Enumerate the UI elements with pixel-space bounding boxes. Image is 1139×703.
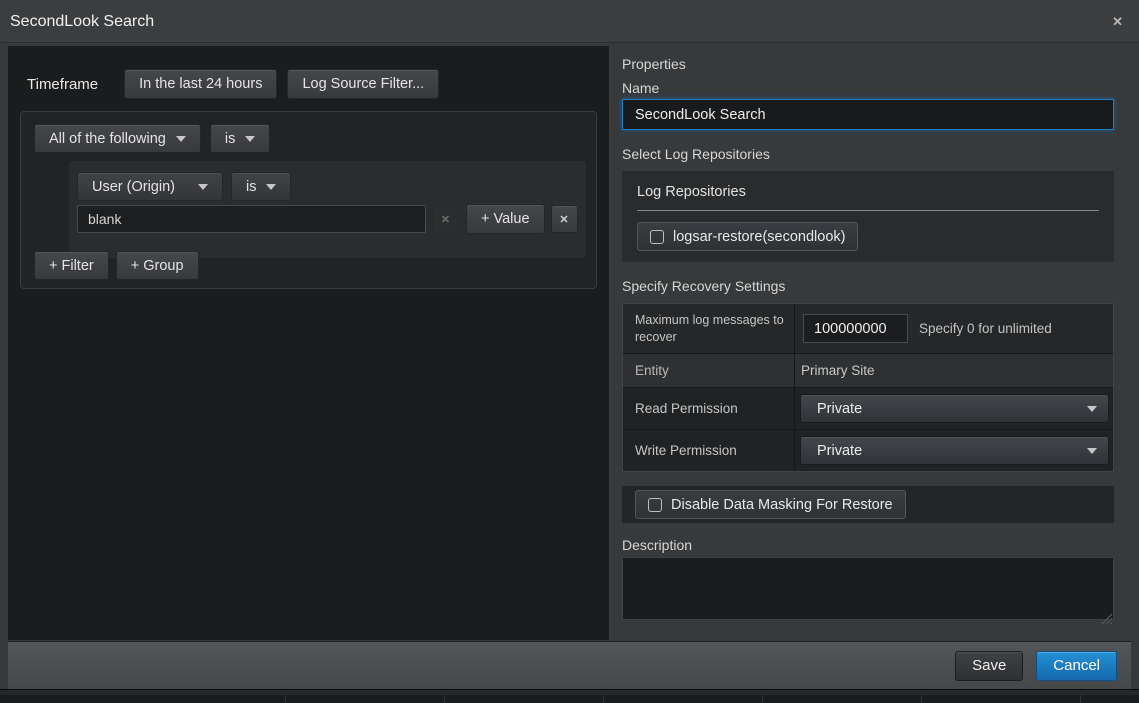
filter-field-label: User (Origin) [92, 179, 175, 195]
chevron-down-icon [266, 184, 276, 190]
background-page-strip [0, 689, 1139, 703]
max-messages-input[interactable] [803, 314, 908, 343]
repo-checkbox-item[interactable]: logsar-restore(secondlook) [637, 222, 858, 251]
divider [603, 695, 604, 703]
add-controls-row: + Filter + Group [34, 251, 199, 280]
divider [762, 695, 763, 703]
max-messages-hint: Specify 0 for unlimited [919, 321, 1052, 336]
chevron-down-icon [245, 136, 255, 142]
divider [637, 210, 1099, 211]
read-permission-select[interactable]: Private [800, 394, 1109, 423]
description-label: Description [622, 537, 1114, 553]
name-input[interactable] [622, 99, 1114, 130]
checkbox-unchecked-icon[interactable] [648, 498, 662, 512]
name-label: Name [622, 80, 1114, 96]
filter-value-input[interactable] [77, 205, 426, 233]
chevron-down-icon [1087, 448, 1097, 454]
recovery-settings-table: Maximum log messages to recover Specify … [622, 303, 1114, 472]
table-row-write-permission: Write Permission Private [623, 429, 1113, 471]
chevron-down-icon [176, 136, 186, 142]
search-filter-panel: Timeframe In the last 24 hours Log Sourc… [8, 46, 609, 640]
secondlook-search-dialog: SecondLook Search ✕ Timeframe In the las… [0, 0, 1139, 689]
add-filter-button[interactable]: + Filter [34, 251, 109, 280]
table-row-max-messages: Maximum log messages to recover Specify … [623, 304, 1113, 353]
filter-value-row: ✕ + Value ✕ [77, 204, 578, 234]
dialog-titlebar: SecondLook Search ✕ [0, 0, 1139, 43]
timeframe-row: Timeframe In the last 24 hours Log Sourc… [27, 69, 439, 99]
log-source-filter-button[interactable]: Log Source Filter... [287, 69, 439, 99]
group-operator-label: All of the following [49, 131, 166, 147]
page-background: SecondLook Search ✕ Timeframe In the las… [0, 0, 1139, 703]
divider [285, 695, 286, 703]
divider [444, 695, 445, 703]
properties-heading: Properties [622, 56, 1114, 72]
save-button[interactable]: Save [955, 651, 1023, 681]
filter-item-box: User (Origin) is ✕ + Value ✕ [69, 161, 586, 258]
table-row-entity: Entity Primary Site [623, 353, 1113, 387]
filter-field-dropdown[interactable]: User (Origin) [77, 172, 223, 201]
remove-filter-icon[interactable]: ✕ [551, 205, 578, 233]
max-messages-label: Maximum log messages to recover [623, 304, 795, 353]
group-operator-dropdown[interactable]: All of the following [34, 124, 201, 153]
entity-value: Primary Site [795, 354, 1113, 387]
recovery-settings-heading: Specify Recovery Settings [622, 278, 1114, 294]
cancel-button[interactable]: Cancel [1036, 651, 1117, 681]
filter-condition-dropdown[interactable]: is [231, 172, 291, 201]
description-textarea[interactable] [622, 557, 1114, 620]
add-group-button[interactable]: + Group [116, 251, 199, 280]
chevron-down-icon [1087, 406, 1097, 412]
entity-label: Entity [623, 354, 795, 387]
filter-condition-label: is [246, 179, 256, 195]
write-permission-value: Private [817, 443, 862, 459]
divider [1080, 695, 1081, 703]
write-permission-label: Write Permission [623, 430, 795, 471]
table-row-read-permission: Read Permission Private [623, 387, 1113, 429]
masking-band: Disable Data Masking For Restore [622, 486, 1114, 523]
disable-masking-label: Disable Data Masking For Restore [671, 497, 893, 513]
disable-masking-checkbox-item[interactable]: Disable Data Masking For Restore [635, 490, 906, 519]
timeframe-label: Timeframe [27, 76, 98, 93]
chevron-down-icon [198, 184, 208, 190]
read-permission-value: Private [817, 401, 862, 417]
remove-value-icon[interactable]: ✕ [432, 205, 459, 233]
dialog-title: SecondLook Search [10, 0, 154, 43]
repo-item-label: logsar-restore(secondlook) [673, 229, 845, 245]
add-value-button[interactable]: + Value [466, 204, 545, 234]
timeframe-button[interactable]: In the last 24 hours [124, 69, 277, 99]
select-log-repositories-heading: Select Log Repositories [622, 146, 1114, 162]
close-icon[interactable]: ✕ [1108, 0, 1127, 43]
group-condition-label: is [225, 131, 235, 147]
group-operator-row: All of the following is [34, 124, 583, 153]
checkbox-unchecked-icon[interactable] [650, 230, 664, 244]
write-permission-select[interactable]: Private [800, 436, 1109, 465]
group-condition-dropdown[interactable]: is [210, 124, 270, 153]
filter-field-row: User (Origin) is [77, 172, 578, 201]
dialog-footer: Save Cancel [8, 641, 1131, 689]
read-permission-label: Read Permission [623, 388, 795, 429]
log-repositories-panel: Log Repositories logsar-restore(secondlo… [622, 171, 1114, 262]
filter-group-box: All of the following is User (Origin) [20, 111, 597, 289]
divider [921, 695, 922, 703]
log-repositories-title: Log Repositories [637, 184, 1099, 200]
